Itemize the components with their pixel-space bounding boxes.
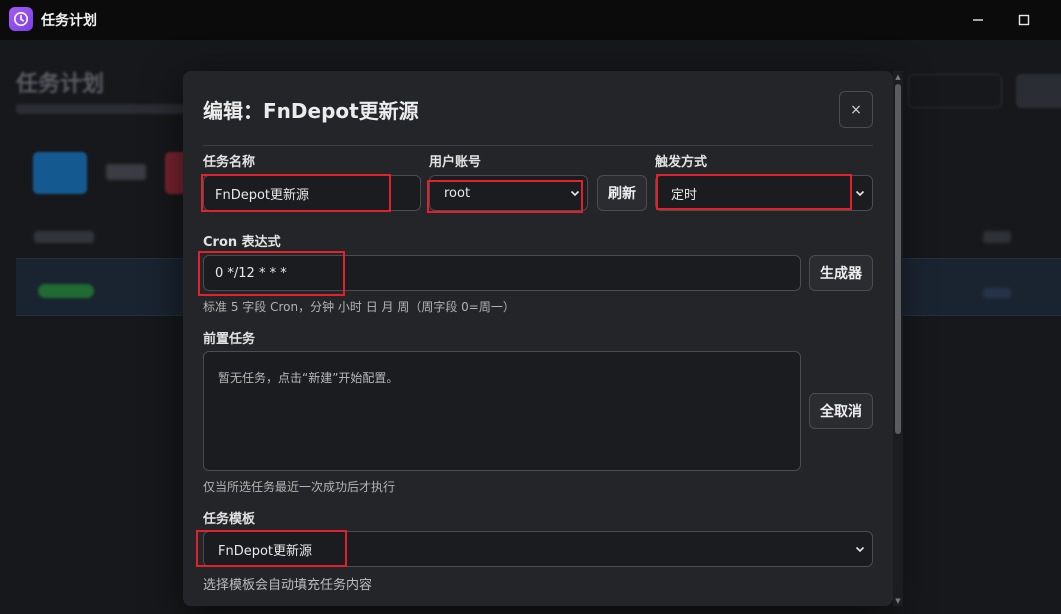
title-bar: 任务计划 — [0, 0, 1061, 40]
dialog-title: 编辑：FnDepot更新源 — [203, 99, 419, 123]
task-name-input[interactable]: FnDepot更新源 — [203, 175, 421, 211]
minimize-button[interactable] — [966, 8, 990, 32]
minimize-icon — [973, 19, 983, 21]
background-delete-button — [165, 152, 185, 194]
deselect-all-button[interactable]: 全取消 — [809, 393, 873, 429]
clock-icon — [9, 7, 33, 31]
cron-input[interactable]: 0 */12 * * * — [203, 255, 801, 291]
chevron-down-icon — [855, 546, 865, 553]
template-help-text: 选择模板会自动填充任务内容 — [203, 578, 373, 593]
cron-label: Cron 表达式 — [203, 235, 281, 250]
template-label: 任务模板 — [203, 512, 256, 527]
background-cell-right — [983, 288, 1011, 298]
background-column-header — [34, 231, 94, 243]
close-button[interactable]: × — [839, 91, 873, 128]
dialog-scrollbar-thumb[interactable] — [895, 84, 901, 434]
trigger-label: 触发方式 — [655, 155, 708, 170]
background-new-button — [33, 152, 87, 194]
pre-tasks-label: 前置任务 — [203, 332, 256, 347]
trigger-select[interactable]: 定时 — [655, 175, 873, 211]
cron-generator-button[interactable]: 生成器 — [809, 255, 873, 291]
cron-generator-label: 生成器 — [820, 266, 862, 282]
edit-task-dialog: 编辑：FnDepot更新源 × 任务名称 FnDepot更新源 用户账号 roo… — [183, 71, 893, 606]
background-page-title: 任务计划 — [16, 72, 105, 97]
deselect-all-label: 全取消 — [820, 404, 862, 420]
pre-tasks-empty-text: 暂无任务，点击“新建”开始配置。 — [218, 371, 399, 385]
refresh-button-label: 刷新 — [608, 186, 636, 202]
user-account-select[interactable]: root — [429, 175, 588, 211]
template-select[interactable]: FnDepot更新源 — [203, 531, 873, 567]
user-account-label: 用户账号 — [429, 155, 482, 170]
chevron-down-icon — [855, 190, 865, 197]
divider — [203, 145, 873, 146]
background-action-button — [1016, 74, 1061, 108]
background-secondary-button — [106, 164, 146, 180]
maximize-button[interactable] — [1012, 8, 1036, 32]
background-filter-select — [908, 74, 1002, 108]
background-column-header-right — [983, 231, 1011, 243]
refresh-button[interactable]: 刷新 — [597, 175, 647, 211]
cron-help-text: 标准 5 字段 Cron，分钟 小时 日 月 周（周字段 0=周一） — [203, 300, 515, 314]
task-name-label: 任务名称 — [203, 155, 256, 170]
app-title: 任务计划 — [41, 13, 97, 29]
scroll-up-icon[interactable]: ▲ — [894, 73, 902, 81]
chevron-down-icon — [570, 190, 580, 197]
pre-tasks-help-text: 仅当所选任务最近一次成功后才执行 — [203, 480, 396, 494]
pre-tasks-list[interactable]: 暂无任务，点击“新建”开始配置。 — [203, 351, 801, 471]
background-status-badge — [38, 284, 94, 298]
task-name-value: FnDepot更新源 — [215, 187, 310, 203]
user-account-value: root — [444, 185, 471, 201]
maximize-icon — [1018, 14, 1030, 26]
cron-value: 0 */12 * * * — [215, 265, 287, 281]
background-subtitle — [16, 104, 186, 114]
close-icon: × — [850, 101, 862, 118]
template-value: FnDepot更新源 — [218, 543, 313, 559]
trigger-value: 定时 — [671, 187, 698, 203]
scroll-down-icon[interactable]: ▼ — [894, 597, 902, 605]
